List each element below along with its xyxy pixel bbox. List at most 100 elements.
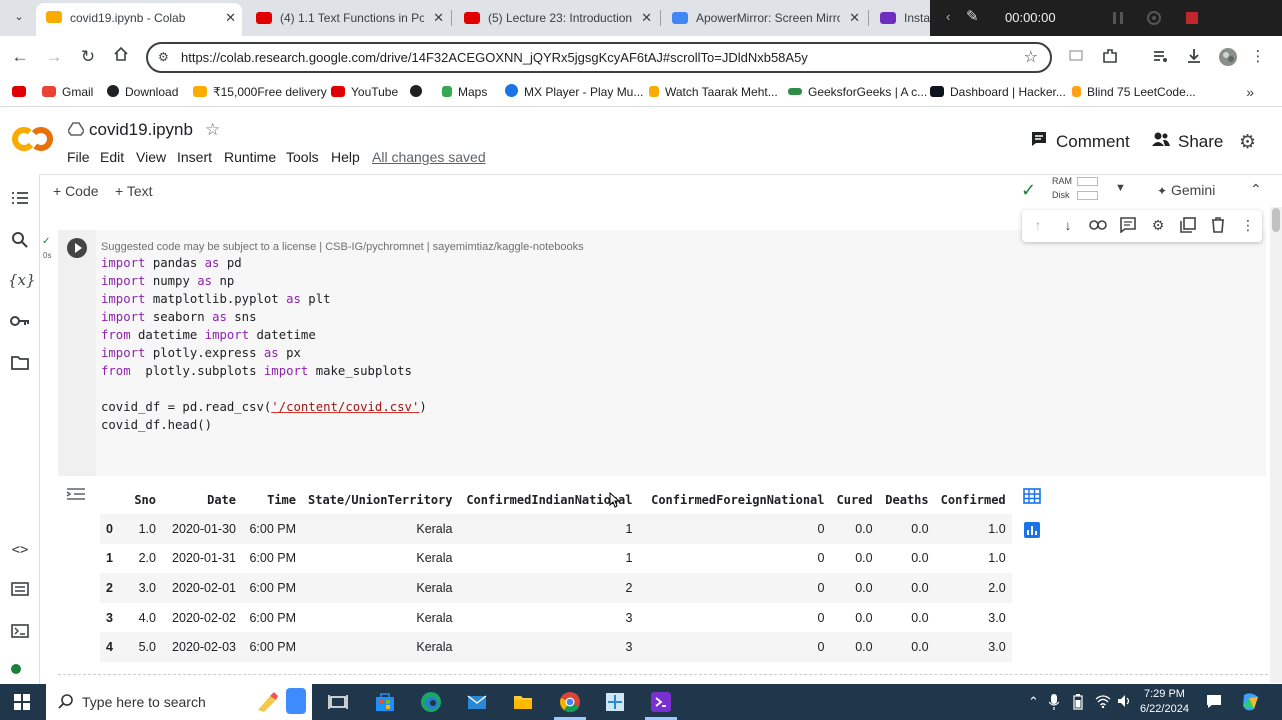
run-cell-button[interactable] bbox=[67, 238, 87, 258]
share-button[interactable]: Share bbox=[1152, 131, 1223, 152]
menu-file[interactable]: File bbox=[67, 149, 90, 165]
gemini-button[interactable]: ✦ Gemini bbox=[1157, 182, 1215, 198]
secrets-key-icon[interactable] bbox=[8, 314, 32, 336]
notifications-icon[interactable] bbox=[1206, 694, 1222, 711]
bookmark-item[interactable] bbox=[12, 84, 32, 100]
pause-icon[interactable] bbox=[1110, 10, 1126, 26]
star-notebook-icon[interactable]: ☆ bbox=[205, 120, 220, 140]
comment-button[interactable]: Comment bbox=[1030, 131, 1130, 152]
tab-close-icon[interactable]: ✕ bbox=[225, 3, 236, 33]
stop-recording-icon[interactable] bbox=[1184, 10, 1200, 26]
tab-close-icon[interactable]: ✕ bbox=[433, 4, 444, 32]
webcam-icon[interactable] bbox=[1146, 10, 1162, 26]
code-snippets-icon[interactable]: <> bbox=[8, 542, 32, 564]
forward-icon[interactable]: → bbox=[42, 46, 66, 68]
menu-tools[interactable]: Tools bbox=[286, 149, 319, 165]
address-bar[interactable]: ⚙ https://colab.research.google.com/driv… bbox=[146, 42, 1052, 73]
search-icon[interactable] bbox=[8, 231, 32, 253]
interactive-table-icon[interactable] bbox=[1021, 488, 1043, 510]
tab-close-icon[interactable]: ✕ bbox=[641, 4, 652, 32]
menu-view[interactable]: View bbox=[136, 149, 166, 165]
menu-help[interactable]: Help bbox=[331, 149, 360, 165]
file-explorer-icon[interactable] bbox=[512, 691, 534, 713]
menu-insert[interactable]: Insert bbox=[177, 149, 212, 165]
more-cell-actions-icon[interactable]: ⋮ bbox=[1239, 217, 1257, 235]
tab-close-icon[interactable]: ✕ bbox=[849, 4, 860, 32]
bookmark-globe[interactable] bbox=[410, 84, 428, 100]
battery-icon[interactable] bbox=[1073, 694, 1083, 713]
move-cell-up-icon[interactable]: ↑ bbox=[1029, 217, 1047, 235]
bookmark-free-delivery[interactable]: ₹15,000Free delivery bbox=[193, 84, 327, 100]
tab-youtube-text-functions[interactable]: (4) 1.1 Text Functions in Pow ✕ bbox=[246, 4, 450, 32]
bookmark-hackerrank[interactable]: Dashboard | Hacker... bbox=[930, 84, 1066, 100]
tab-colab[interactable]: covid19.ipynb - Colab ✕ bbox=[36, 3, 242, 36]
variables-icon[interactable]: {x} bbox=[8, 271, 36, 293]
chrome-taskbar-icon[interactable] bbox=[559, 691, 581, 713]
microsoft-store-icon[interactable] bbox=[374, 691, 396, 713]
delete-cell-icon[interactable] bbox=[1209, 217, 1227, 235]
scrollbar-thumb[interactable] bbox=[1272, 208, 1280, 232]
command-palette-icon[interactable] bbox=[8, 582, 32, 604]
collapse-left-icon[interactable]: ‹ bbox=[946, 9, 950, 24]
site-info-icon[interactable]: ⚙ bbox=[158, 50, 169, 64]
code-content[interactable]: import pandas as pd import numpy as np i… bbox=[101, 254, 427, 434]
files-folder-icon[interactable] bbox=[8, 355, 32, 377]
task-view-icon[interactable] bbox=[327, 691, 349, 713]
collapse-header-icon[interactable]: ⌃ bbox=[1250, 181, 1262, 198]
disk-usage-bar[interactable] bbox=[1077, 191, 1098, 200]
table-of-contents-icon[interactable] bbox=[8, 190, 32, 212]
notebook-title[interactable]: covid19.ipynb bbox=[89, 120, 193, 140]
drive-icon[interactable] bbox=[67, 122, 85, 136]
volume-icon[interactable] bbox=[1117, 694, 1133, 711]
notebook-scrollbar[interactable] bbox=[1270, 207, 1282, 683]
more-bookmarks-icon[interactable]: » bbox=[1246, 84, 1254, 100]
add-comment-icon[interactable] bbox=[1119, 217, 1137, 235]
add-text-cell-button[interactable]: + Text bbox=[115, 183, 153, 199]
media-controls-icon[interactable] bbox=[1150, 47, 1170, 67]
show-hidden-icons-icon[interactable]: ⌃ bbox=[1028, 694, 1039, 710]
bookmark-gmail[interactable]: Gmail bbox=[42, 84, 93, 100]
bookmark-youtube[interactable]: YouTube bbox=[331, 84, 398, 100]
snipping-tool-icon[interactable] bbox=[604, 691, 626, 713]
add-code-cell-button[interactable]: + Code bbox=[53, 183, 99, 199]
wifi-icon[interactable] bbox=[1095, 694, 1111, 711]
tab-apowermirror[interactable]: ApowerMirror: Screen Mirro ✕ bbox=[662, 4, 866, 32]
terminal-icon[interactable] bbox=[8, 624, 32, 646]
download-icon[interactable] bbox=[1184, 47, 1204, 67]
bookmark-blind75[interactable]: Blind 75 LeetCode... bbox=[1072, 84, 1196, 100]
system-clock[interactable]: 7:29 PM 6/22/2024 bbox=[1140, 687, 1189, 717]
move-cell-down-icon[interactable]: ↓ bbox=[1059, 217, 1077, 235]
home-icon[interactable] bbox=[109, 46, 133, 68]
bookmark-mx-player[interactable]: MX Player - Play Mu... bbox=[505, 84, 643, 100]
bookmark-taarak-mehta[interactable]: Watch Taarak Meht... bbox=[649, 84, 778, 100]
taskbar-search-box[interactable]: Type here to search bbox=[46, 684, 312, 720]
back-icon[interactable]: ← bbox=[8, 46, 32, 68]
save-status[interactable]: All changes saved bbox=[372, 149, 486, 165]
cast-icon[interactable] bbox=[1066, 47, 1086, 67]
settings-gear-icon[interactable]: ⚙ bbox=[1239, 131, 1256, 154]
suggest-charts-icon[interactable] bbox=[1021, 521, 1043, 543]
link-to-cell-icon[interactable] bbox=[1089, 217, 1107, 235]
tab-youtube-lecture[interactable]: (5) Lecture 23: Introduction ✕ bbox=[454, 4, 658, 32]
windows-start-icon[interactable] bbox=[14, 694, 30, 710]
mirror-cell-icon[interactable] bbox=[1179, 217, 1197, 235]
pen-icon[interactable]: ✎ bbox=[966, 7, 979, 25]
bookmark-maps[interactable]: Maps bbox=[442, 84, 487, 100]
license-notice[interactable]: Suggested code may be subject to a licen… bbox=[101, 241, 584, 253]
visual-studio-icon[interactable] bbox=[650, 691, 672, 713]
edge-browser-icon[interactable] bbox=[420, 691, 442, 713]
colab-logo[interactable] bbox=[12, 124, 54, 154]
menu-edit[interactable]: Edit bbox=[100, 149, 124, 165]
bookmark-star-icon[interactable]: ☆ bbox=[1024, 47, 1038, 67]
cell-settings-gear-icon[interactable]: ⚙ bbox=[1149, 217, 1167, 235]
runtime-dropdown-icon[interactable]: ▼ bbox=[1115, 182, 1126, 194]
chrome-menu-icon[interactable]: ⋮ bbox=[1248, 47, 1268, 67]
profile-avatar[interactable] bbox=[1218, 47, 1238, 67]
bookmark-download[interactable]: Download bbox=[107, 84, 178, 100]
bookmark-geeksforgeeks[interactable]: GeeksforGeeks | A c... bbox=[788, 84, 927, 100]
ram-usage-bar[interactable] bbox=[1077, 177, 1098, 186]
copilot-icon[interactable] bbox=[1240, 691, 1262, 716]
mail-icon[interactable] bbox=[466, 691, 488, 713]
tab-search-button[interactable]: ⌄ bbox=[8, 6, 30, 28]
extensions-icon[interactable] bbox=[1100, 47, 1120, 67]
